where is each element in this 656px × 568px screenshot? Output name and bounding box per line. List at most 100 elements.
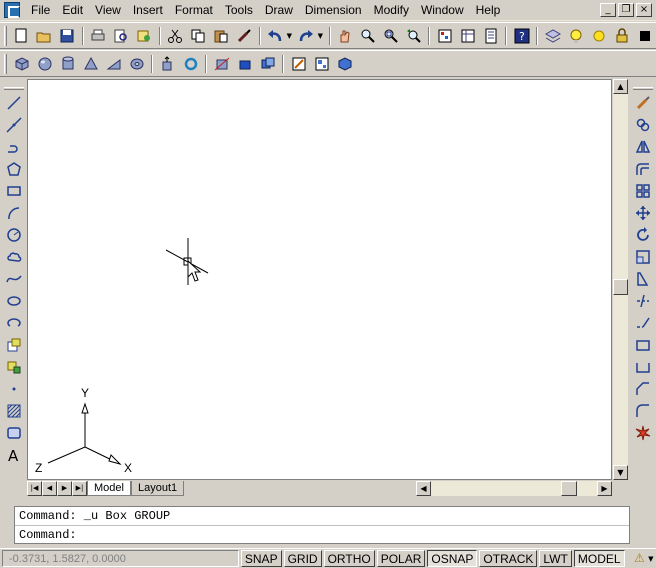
layer-sun-icon[interactable] [587,25,610,47]
spline-icon[interactable] [3,268,25,290]
restore-button[interactable]: ❐ [618,3,634,17]
mirror-icon[interactable] [632,136,654,158]
section-icon[interactable] [233,53,256,75]
close-button[interactable]: × [636,3,652,17]
menu-help[interactable]: Help [470,1,507,19]
layer-lock-icon[interactable] [610,25,633,47]
minimize-button[interactable]: _ [600,3,616,17]
box-icon[interactable] [10,53,33,75]
toolbar-grip[interactable] [4,53,7,74]
copy-object-icon[interactable] [632,114,654,136]
setup-drawing-icon[interactable] [287,53,310,75]
multiline-text-icon[interactable]: A [3,444,25,466]
properties-icon[interactable] [433,25,456,47]
toolbar-grip[interactable] [633,87,653,90]
stretch-icon[interactable] [632,268,654,290]
torus-icon[interactable] [125,53,148,75]
insert-block-icon[interactable] [3,334,25,356]
rectangle-icon[interactable] [3,180,25,202]
redo-icon[interactable] [295,25,318,47]
menu-insert[interactable]: Insert [127,1,169,19]
hatch-icon[interactable] [3,400,25,422]
tab-model[interactable]: Model [87,480,131,496]
lwt-toggle[interactable]: LWT [539,550,572,567]
command-window[interactable]: Command: _u Box GROUP Command: [14,506,630,544]
zoom-previous-icon[interactable] [403,25,426,47]
polygon-icon[interactable] [3,158,25,180]
move-icon[interactable] [632,202,654,224]
new-icon[interactable] [10,25,33,47]
model-toggle[interactable]: MODEL [573,550,625,567]
point-icon[interactable] [3,378,25,400]
construction-line-icon[interactable] [3,114,25,136]
undo-icon[interactable] [264,25,287,47]
scroll-right-button[interactable]: ▶ [597,480,612,496]
arc-icon[interactable] [3,202,25,224]
horizontal-scrollbar[interactable]: ◀ ▶ [416,480,612,496]
interfere-icon[interactable] [256,53,279,75]
explode-icon[interactable] [632,422,654,444]
menu-format[interactable]: Format [169,1,219,19]
next-tab-button[interactable]: ▶ [57,480,72,496]
scroll-down-button[interactable]: ▼ [613,465,628,480]
offset-icon[interactable] [632,158,654,180]
vertical-scroll-thumb[interactable] [613,279,628,295]
ellipse-arc-icon[interactable] [3,312,25,334]
cone-icon[interactable] [79,53,102,75]
pan-icon[interactable] [334,25,357,47]
break-icon[interactable] [632,356,654,378]
scale-icon[interactable] [632,246,654,268]
plot-icon[interactable] [87,25,110,47]
last-tab-button[interactable]: ▶| [72,480,87,496]
menu-edit[interactable]: Edit [56,1,89,19]
autocad-logo-icon[interactable] [4,2,20,18]
otrack-toggle[interactable]: OTRACK [479,550,538,567]
array-icon[interactable] [632,180,654,202]
open-icon[interactable] [33,25,56,47]
line-icon[interactable] [3,92,25,114]
command-prompt-line[interactable]: Command: [15,525,629,543]
zoom-window-icon[interactable] [380,25,403,47]
setup-profile-icon[interactable] [333,53,356,75]
circle-icon[interactable] [3,224,25,246]
chamfer-icon[interactable] [632,378,654,400]
wedge-icon[interactable] [102,53,125,75]
undo-dropdown-icon[interactable]: ▼ [287,32,295,40]
menu-tools[interactable]: Tools [219,1,259,19]
tab-layout1[interactable]: Layout1 [130,480,185,496]
menu-modify[interactable]: Modify [368,1,415,19]
revolve-icon[interactable] [179,53,202,75]
copy-icon[interactable] [187,25,210,47]
scroll-left-button[interactable]: ◀ [416,480,431,496]
menu-file[interactable]: File [25,1,56,19]
fillet-icon[interactable] [632,400,654,422]
tool-palettes-icon[interactable] [479,25,502,47]
redo-dropdown-icon[interactable]: ▼ [318,32,326,40]
vertical-scrollbar[interactable]: ▲ ▼ [612,79,628,480]
region-icon[interactable] [3,422,25,444]
extrude-icon[interactable] [156,53,179,75]
ellipse-icon[interactable] [3,290,25,312]
menu-window[interactable]: Window [415,1,470,19]
communication-center-icon[interactable]: ⚠ [631,550,649,567]
save-icon[interactable] [56,25,79,47]
snap-toggle[interactable]: SNAP [240,550,282,567]
toolbar-grip[interactable] [3,87,24,90]
layer-color-icon[interactable] [633,25,656,47]
help-icon[interactable]: ? [510,25,533,47]
break-at-point-icon[interactable] [632,334,654,356]
plot-preview-icon[interactable] [110,25,133,47]
extend-icon[interactable] [632,312,654,334]
layer-manager-icon[interactable] [541,25,564,47]
layer-state-icon[interactable] [564,25,587,47]
drawing-canvas[interactable]: Y X Z [27,79,612,480]
previous-tab-button[interactable]: ◀ [42,480,57,496]
menu-view[interactable]: View [89,1,127,19]
polar-toggle[interactable]: POLAR [376,550,426,567]
ortho-toggle[interactable]: ORTHO [323,550,375,567]
toolbar-grip[interactable] [4,25,7,46]
slice-icon[interactable] [210,53,233,75]
coordinate-display[interactable]: -0.3731, 1.5827, 0.0000 [2,550,239,567]
first-tab-button[interactable]: |◀ [27,480,42,496]
zoom-realtime-icon[interactable] [357,25,380,47]
